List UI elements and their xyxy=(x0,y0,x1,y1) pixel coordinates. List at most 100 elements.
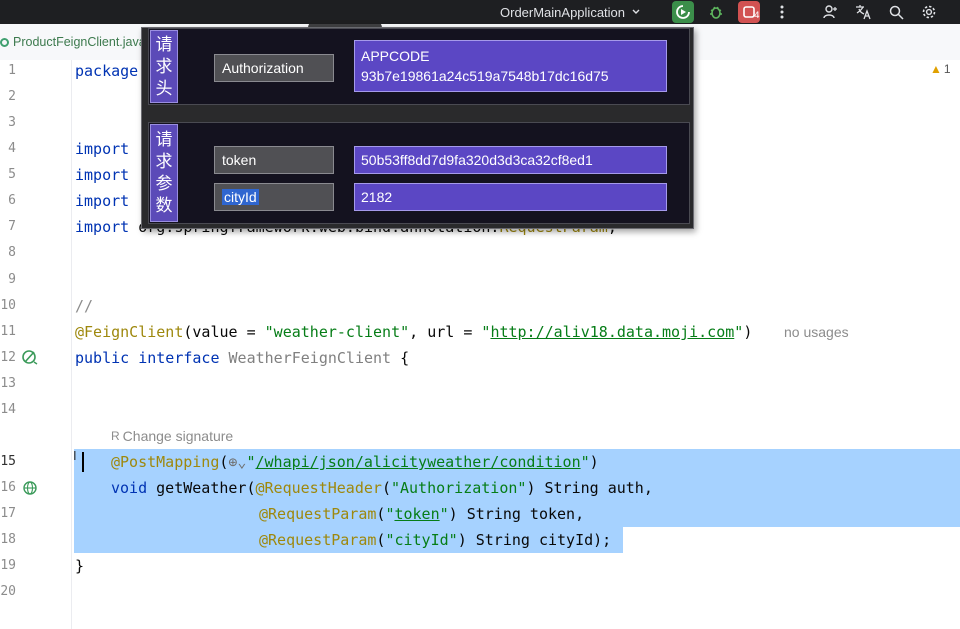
line-number[interactable]: 7 xyxy=(0,219,16,234)
code-text: ) xyxy=(589,453,599,471)
line-number[interactable]: 14 xyxy=(0,402,16,417)
line-number[interactable]: 19 xyxy=(0,558,16,573)
line-number[interactable]: 16 xyxy=(0,480,16,495)
chevron-down-icon xyxy=(632,9,640,14)
run-configuration-selector[interactable]: OrderMainApplication xyxy=(500,2,641,22)
line-number[interactable]: 9 xyxy=(0,272,16,287)
line-number[interactable]: 6 xyxy=(0,193,16,208)
line-number[interactable]: 1 xyxy=(0,63,16,78)
code-text: (value = xyxy=(183,323,265,341)
request-params-title: 请 求 参 数 xyxy=(150,124,178,222)
param-token-key: token xyxy=(214,146,334,174)
keyword: import xyxy=(75,140,130,158)
code-line[interactable]: } xyxy=(75,556,84,576)
run-button[interactable] xyxy=(672,1,694,23)
editor-tab[interactable]: ProductFeignClient.java xyxy=(0,32,146,52)
line-number[interactable]: 13 xyxy=(0,376,16,391)
string-literal: token xyxy=(394,505,440,523)
param-token-value: 50b53ff8dd7d9fa320d3d3ca32cf8ed1 xyxy=(354,146,667,174)
code-line[interactable]: public interface WeatherFeignClient { xyxy=(75,348,409,368)
code-line[interactable]: import xyxy=(75,191,129,211)
header-key-field: Authorization xyxy=(214,54,334,82)
keyword: import xyxy=(75,192,130,210)
string-quote: " xyxy=(580,453,590,471)
keyword: package xyxy=(75,62,139,80)
line-number[interactable]: 11 xyxy=(0,324,16,339)
line-number[interactable]: 3 xyxy=(0,115,16,130)
inspection-widget[interactable]: ▲ 1 xyxy=(930,62,951,76)
keyword: public interface xyxy=(75,349,220,367)
globe-icon[interactable]: ⊕⌄ xyxy=(228,453,246,471)
request-params-group: 请 求 参 数 token 50b53ff8dd7d9fa320d3d3ca32… xyxy=(148,122,690,224)
string-literal: "cityId" xyxy=(385,531,458,549)
code-text: ( xyxy=(381,479,391,497)
annotation: @FeignClient xyxy=(75,323,184,341)
more-vertical-icon xyxy=(780,5,784,19)
top-toolbar: OrderMainApplication 4 xyxy=(0,0,960,24)
line-number[interactable]: 4 xyxy=(0,141,16,156)
translate-icon xyxy=(856,5,871,20)
run-config-label: OrderMainApplication xyxy=(500,4,626,20)
search-everywhere-button[interactable] xyxy=(885,1,907,23)
code-text: ) xyxy=(743,323,753,341)
code-line[interactable]: package xyxy=(75,61,138,81)
comment: // xyxy=(75,297,94,315)
annotation: @RequestParam xyxy=(259,505,377,523)
mouse-cursor: I xyxy=(73,448,77,463)
interface-icon xyxy=(0,37,9,47)
account-button[interactable] xyxy=(819,1,841,23)
code-text: , url = xyxy=(409,323,482,341)
add-user-icon xyxy=(823,5,837,19)
code-text: ) String cityId); xyxy=(457,531,612,549)
warning-icon: ▲ xyxy=(930,62,942,76)
param-cityid-key: cityId xyxy=(214,183,334,211)
request-header-title: 请 求 头 xyxy=(150,30,178,103)
code-line[interactable]: void getWeather(@RequestHeader("Authoriz… xyxy=(111,478,653,498)
string-literal: "weather-client" xyxy=(264,323,410,341)
code-line[interactable]: @PostMapping(⊕⌄"/whapi/json/alicityweath… xyxy=(111,452,599,472)
line-number[interactable]: 10 xyxy=(0,298,16,313)
annotation: @RequestHeader xyxy=(255,479,382,497)
code-line[interactable]: @RequestParam("token") String token, xyxy=(259,504,584,524)
request-info-overlay: 请 求 头 Authorization APPCODE 93b7e19861a2… xyxy=(141,27,694,229)
line-number[interactable]: 5 xyxy=(0,167,16,182)
code-line[interactable]: @FeignClient(value = "weather-client", u… xyxy=(75,322,752,342)
debug-button[interactable] xyxy=(705,1,727,23)
translate-button[interactable] xyxy=(852,1,874,23)
line-number[interactable]: 8 xyxy=(0,245,16,260)
keyword: void xyxy=(111,479,148,497)
string-quote: " xyxy=(439,505,449,523)
line-number[interactable]: 18 xyxy=(0,532,16,547)
code-line[interactable]: import xyxy=(75,165,129,185)
url-path[interactable]: /whapi/json/alicityweather/condition xyxy=(256,453,581,471)
code-text: } xyxy=(75,557,85,575)
usages-hint[interactable]: no usages xyxy=(784,324,849,340)
change-signature-hint[interactable]: R Change signature xyxy=(111,428,233,444)
more-actions-button[interactable] xyxy=(771,1,793,23)
gear-icon xyxy=(922,5,936,19)
line-number[interactable]: 12 xyxy=(0,350,16,365)
line-number[interactable]: 17 xyxy=(0,506,16,521)
annotation: @PostMapping xyxy=(111,453,220,471)
code-line[interactable]: @RequestParam("cityId") String cityId); xyxy=(259,530,611,550)
code-text: getWeather( xyxy=(147,479,256,497)
web-endpoint-icon[interactable] xyxy=(22,480,38,496)
line-number[interactable]: 2 xyxy=(0,89,16,104)
line-number[interactable]: 15 xyxy=(0,454,16,469)
refactor-icon: R xyxy=(111,429,120,443)
implemented-icon[interactable] xyxy=(22,349,38,365)
settings-button[interactable] xyxy=(918,1,940,23)
url-link[interactable]: http://aliv18.data.moji.com xyxy=(490,323,734,341)
code-text: { xyxy=(391,349,410,367)
string-quote: " xyxy=(734,323,744,341)
string-literal: "Authorization" xyxy=(390,479,527,497)
line-number[interactable]: 20 xyxy=(0,584,16,599)
code-line[interactable]: import xyxy=(75,139,129,159)
hint-label: Change signature xyxy=(122,428,234,444)
code-text: ) String token, xyxy=(448,505,585,523)
tab-label: ProductFeignClient.java xyxy=(13,35,146,49)
keyword: import xyxy=(75,218,130,236)
code-line[interactable]: // xyxy=(75,296,93,316)
header-value-field: APPCODE 93b7e19861a24c519a7548b17dc16d75 xyxy=(354,40,667,92)
annotation: @RequestParam xyxy=(259,531,377,549)
